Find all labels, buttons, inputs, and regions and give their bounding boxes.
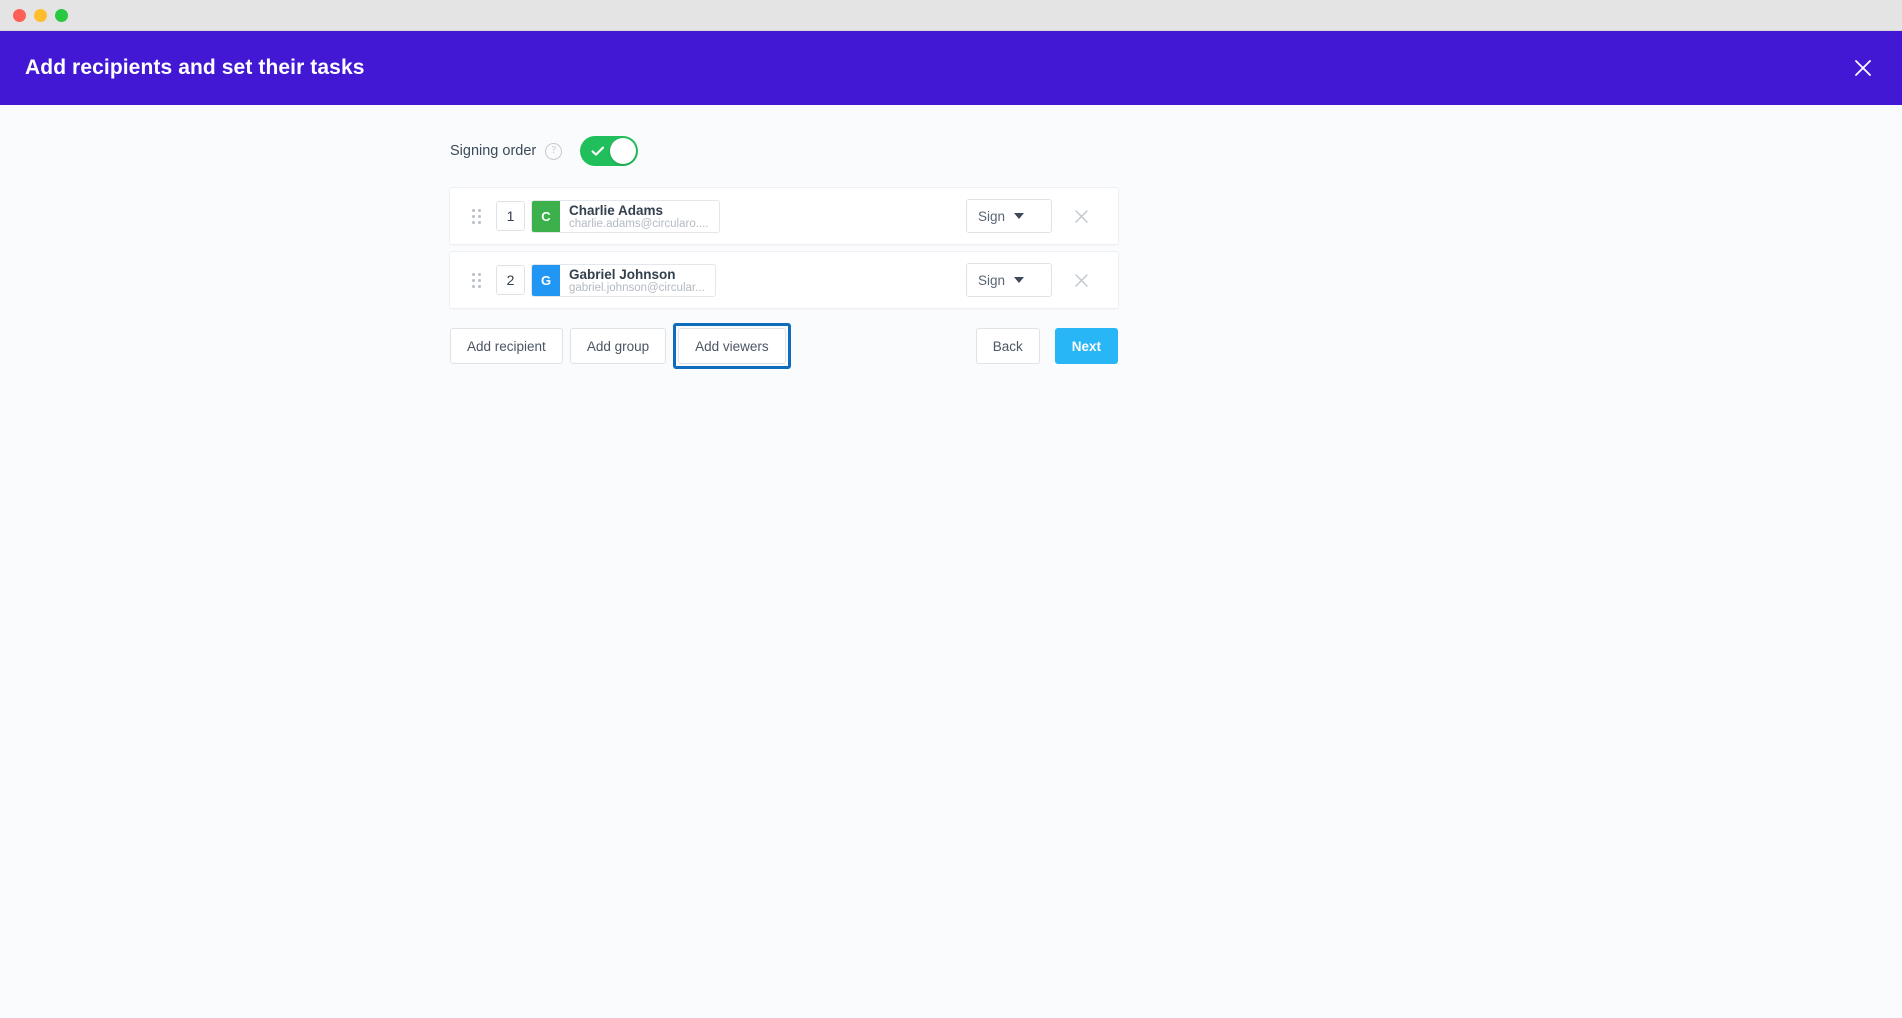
toggle-knob bbox=[610, 138, 636, 164]
close-icon[interactable] bbox=[1846, 51, 1880, 85]
recipient-order-input[interactable] bbox=[496, 265, 525, 295]
recipient-identity: Charlie Adams charlie.adams@circularo...… bbox=[560, 201, 719, 232]
chevron-down-icon bbox=[1014, 213, 1024, 219]
check-icon bbox=[590, 143, 606, 164]
page-title: Add recipients and set their tasks bbox=[25, 56, 365, 80]
task-dropdown-label: Sign bbox=[978, 273, 1005, 288]
signing-order-label: Signing order bbox=[450, 143, 536, 159]
signing-order-row: Signing order ? bbox=[449, 131, 1119, 171]
next-button[interactable]: Next bbox=[1055, 328, 1118, 364]
help-icon[interactable]: ? bbox=[545, 143, 562, 160]
remove-recipient-button[interactable] bbox=[1068, 203, 1094, 229]
remove-recipient-button[interactable] bbox=[1068, 267, 1094, 293]
recipient-list: C Charlie Adams charlie.adams@circularo.… bbox=[449, 187, 1119, 309]
window-minimize-button[interactable] bbox=[34, 9, 47, 22]
recipient-name: Gabriel Johnson bbox=[569, 267, 705, 282]
recipient-order-input[interactable] bbox=[496, 201, 525, 231]
chevron-down-icon bbox=[1014, 277, 1024, 283]
wizard-navigation: Back Next bbox=[976, 328, 1119, 364]
recipient-chip[interactable]: G Gabriel Johnson gabriel.johnson@circul… bbox=[531, 264, 716, 297]
modal-header: Add recipients and set their tasks bbox=[0, 31, 1902, 105]
add-recipient-button[interactable]: Add recipient bbox=[450, 328, 563, 364]
signing-order-toggle[interactable] bbox=[580, 136, 638, 166]
actions-row: Add recipient Add group Add viewers Back… bbox=[449, 323, 1119, 369]
recipient-chip[interactable]: C Charlie Adams charlie.adams@circularo.… bbox=[531, 200, 720, 233]
add-viewers-focus-ring: Add viewers bbox=[673, 323, 791, 369]
window-zoom-button[interactable] bbox=[55, 9, 68, 22]
avatar: C bbox=[532, 201, 560, 232]
recipient-email: gabriel.johnson@circular... bbox=[569, 282, 705, 295]
recipient-email: charlie.adams@circularo.... bbox=[569, 218, 709, 231]
task-dropdown[interactable]: Sign bbox=[966, 263, 1052, 297]
add-viewers-button[interactable]: Add viewers bbox=[678, 328, 786, 364]
window-titlebar bbox=[0, 0, 1902, 31]
avatar: G bbox=[532, 265, 560, 296]
drag-handle-icon[interactable] bbox=[472, 209, 486, 224]
table-row[interactable]: G Gabriel Johnson gabriel.johnson@circul… bbox=[449, 251, 1119, 309]
recipient-name: Charlie Adams bbox=[569, 203, 709, 218]
content-column: Signing order ? C bbox=[449, 131, 1119, 369]
back-button[interactable]: Back bbox=[976, 328, 1040, 364]
drag-handle-icon[interactable] bbox=[472, 273, 486, 288]
add-group-button[interactable]: Add group bbox=[570, 328, 666, 364]
modal-body: Signing order ? C bbox=[0, 105, 1902, 1018]
task-dropdown-label: Sign bbox=[978, 209, 1005, 224]
task-dropdown[interactable]: Sign bbox=[966, 199, 1052, 233]
recipient-identity: Gabriel Johnson gabriel.johnson@circular… bbox=[560, 265, 715, 296]
traffic-lights bbox=[13, 9, 68, 22]
table-row[interactable]: C Charlie Adams charlie.adams@circularo.… bbox=[449, 187, 1119, 245]
window-close-button[interactable] bbox=[13, 9, 26, 22]
